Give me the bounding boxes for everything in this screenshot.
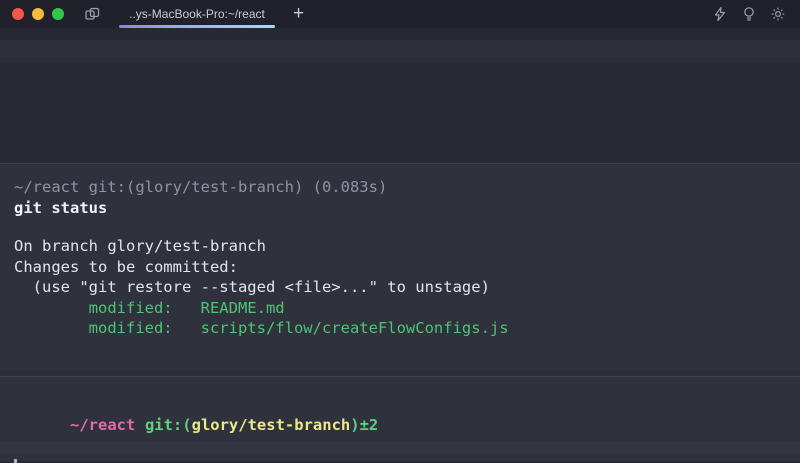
terminal-area[interactable]: ~/react git:(glory/test-branch) (0.083s)… — [0, 28, 800, 463]
minimize-button[interactable] — [32, 8, 44, 20]
new-tab-button[interactable]: + — [289, 0, 308, 28]
command-block-git-status[interactable]: ~/react git:(glory/test-branch) (0.083s)… — [0, 164, 800, 371]
maximize-button[interactable] — [52, 8, 64, 20]
titlebar-actions — [712, 6, 800, 22]
command-text: git status — [14, 198, 786, 219]
current-input-block[interactable]: ~/react git:(glory/test-branch)±2 — [0, 377, 800, 461]
close-button[interactable] — [12, 8, 24, 20]
prompt-git-branch: glory/test-branch — [192, 416, 351, 434]
gear-icon[interactable] — [770, 6, 786, 22]
prompt-directory: ~/react — [70, 416, 135, 434]
output-blank-line — [14, 218, 786, 236]
tab-terminal[interactable]: ..ys-MacBook-Pro:~/react — [119, 0, 275, 28]
prompt-git-prefix: git:( — [145, 416, 192, 434]
tab-title: ..ys-MacBook-Pro:~/react — [129, 7, 265, 21]
output-line: On branch glory/test-branch — [14, 236, 786, 257]
prompt-change-count: ±2 — [360, 416, 379, 434]
output-line: (use "git restore --staged <file>..." to… — [14, 277, 786, 298]
titlebar: ..ys-MacBook-Pro:~/react + — [0, 0, 800, 28]
scrollback-empty-region — [0, 62, 800, 164]
previous-prompt-line: ~/react git:(glory/test-branch) (0.083s) — [14, 177, 786, 198]
lightning-icon[interactable] — [712, 6, 728, 22]
empty-block-band — [0, 40, 800, 62]
output-line: Changes to be committed: — [14, 257, 786, 278]
tab-active-underline — [119, 25, 275, 28]
prompt-git-suffix: ) — [350, 416, 359, 434]
modified-file-line: modified: README.md — [14, 298, 786, 319]
input-row-highlight — [0, 441, 800, 453]
modified-file-line: modified: scripts/flow/createFlowConfigs… — [14, 318, 786, 339]
text-cursor[interactable] — [14, 459, 17, 463]
bookmarks-icon[interactable] — [84, 6, 101, 23]
traffic-lights — [0, 8, 76, 20]
lightbulb-icon[interactable] — [741, 6, 757, 22]
terminal-top-strip — [0, 28, 800, 40]
